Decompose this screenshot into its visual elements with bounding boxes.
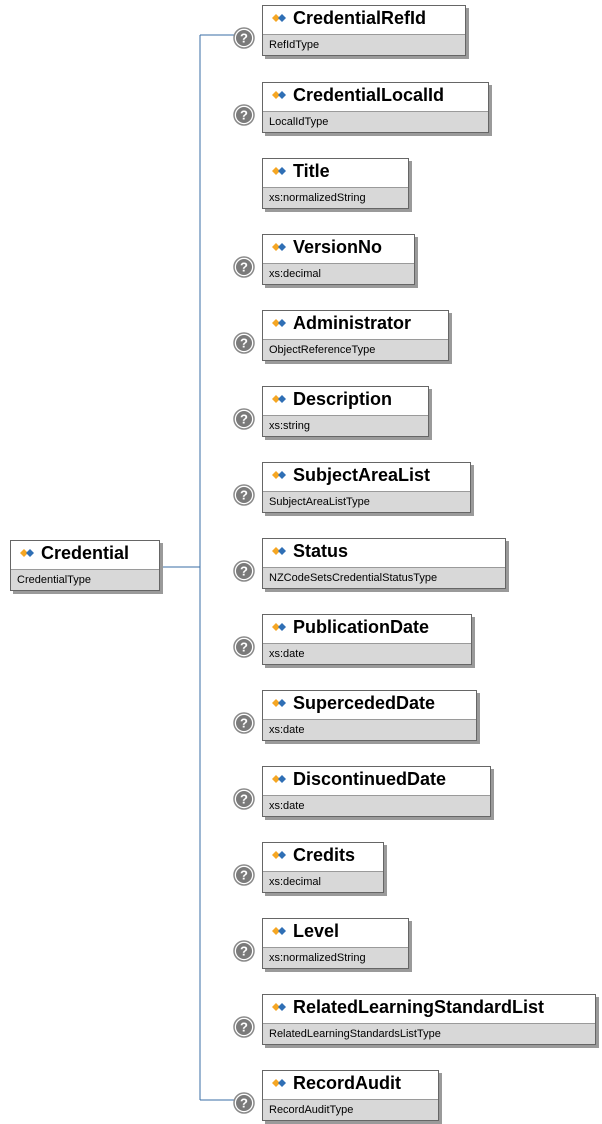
svg-text:?: ? [240, 488, 248, 503]
element-type: SubjectAreaListType [263, 491, 470, 512]
svg-text:?: ? [240, 944, 248, 959]
node-frame: SubjectAreaList SubjectAreaListType [262, 462, 471, 513]
question-mark-icon[interactable]: ? [233, 27, 255, 49]
svg-text:?: ? [240, 1020, 248, 1035]
element-name: Level [293, 921, 340, 941]
element-type: RecordAuditType [263, 1099, 438, 1120]
element-name: CredentialLocalId [293, 85, 445, 105]
element-type: LocalIdType [263, 111, 488, 132]
child-element-credits[interactable]: Credits xs:decimal [262, 842, 387, 896]
node-frame: Description xs:string [262, 386, 429, 437]
svg-text:?: ? [240, 792, 248, 807]
child-element-administrator[interactable]: Administrator ObjectReferenceType [262, 310, 452, 364]
element-type: NZCodeSetsCredentialStatusType [263, 567, 505, 588]
question-mark-icon[interactable]: ? [233, 1016, 255, 1038]
question-mark-icon[interactable]: ? [233, 560, 255, 582]
element-type: xs:date [263, 643, 471, 664]
question-mark-icon[interactable]: ? [233, 712, 255, 734]
question-mark-icon[interactable]: ? [233, 864, 255, 886]
svg-text:?: ? [240, 336, 248, 351]
element-type: RelatedLearningStandardsListType [263, 1023, 595, 1044]
element-type: xs:date [263, 719, 476, 740]
element-name: Administrator [293, 313, 412, 333]
node-frame: CredentialLocalId LocalIdType [262, 82, 489, 133]
node-frame: Title xs:normalizedString [262, 158, 409, 209]
element-type: RefIdType [263, 34, 465, 55]
child-element-level[interactable]: Level xs:normalizedString [262, 918, 412, 972]
question-mark-icon[interactable]: ? [233, 788, 255, 810]
element-type: CredentialType [11, 569, 159, 590]
element-name: CredentialRefId [293, 8, 427, 28]
element-name: Description [293, 389, 393, 409]
child-element-relatedlearningstandardlist[interactable]: RelatedLearningStandardList RelatedLearni… [262, 994, 599, 1048]
question-mark-icon[interactable]: ? [233, 408, 255, 430]
svg-text:?: ? [240, 108, 248, 123]
child-element-credentiallocalid[interactable]: CredentialLocalId LocalIdType [262, 82, 492, 136]
child-element-versionno[interactable]: VersionNo xs:decimal [262, 234, 418, 288]
node-frame: Credits xs:decimal [262, 842, 384, 893]
svg-text:?: ? [240, 31, 248, 46]
node-frame: Level xs:normalizedString [262, 918, 409, 969]
element-type: xs:date [263, 795, 490, 816]
question-mark-icon[interactable]: ? [233, 484, 255, 506]
svg-text:?: ? [240, 1096, 248, 1111]
node-frame: SupercededDate xs:date [262, 690, 477, 741]
child-element-status[interactable]: Status NZCodeSetsCredentialStatusType [262, 538, 509, 592]
element-type: xs:string [263, 415, 428, 436]
node-frame: PublicationDate xs:date [262, 614, 472, 665]
svg-text:?: ? [240, 564, 248, 579]
svg-text:?: ? [240, 640, 248, 655]
element-type: xs:decimal [263, 871, 383, 892]
element-type: xs:normalizedString [263, 187, 408, 208]
node-frame: VersionNo xs:decimal [262, 234, 415, 285]
node-frame: Credential CredentialType [10, 540, 160, 591]
root-element-credential[interactable]: Credential CredentialType [10, 540, 163, 594]
element-type: ObjectReferenceType [263, 339, 448, 360]
element-name: DiscontinuedDate [293, 769, 447, 789]
question-mark-icon[interactable]: ? [233, 636, 255, 658]
child-element-supercededdate[interactable]: SupercededDate xs:date [262, 690, 480, 744]
question-mark-icon[interactable]: ? [233, 940, 255, 962]
svg-text:?: ? [240, 260, 248, 275]
element-type: xs:decimal [263, 263, 414, 284]
node-frame: CredentialRefId RefIdType [262, 5, 466, 56]
child-element-discontinueddate[interactable]: DiscontinuedDate xs:date [262, 766, 494, 820]
node-frame: Administrator ObjectReferenceType [262, 310, 449, 361]
element-name: SubjectAreaList [293, 465, 431, 485]
child-element-publicationdate[interactable]: PublicationDate xs:date [262, 614, 475, 668]
svg-text:?: ? [240, 868, 248, 883]
element-name: VersionNo [293, 237, 383, 257]
question-mark-icon[interactable]: ? [233, 332, 255, 354]
question-mark-icon[interactable]: ? [233, 104, 255, 126]
node-frame: RecordAudit RecordAuditType [262, 1070, 439, 1121]
element-name: Status [293, 541, 349, 561]
node-frame: Status NZCodeSetsCredentialStatusType [262, 538, 506, 589]
child-element-description[interactable]: Description xs:string [262, 386, 432, 440]
element-name: RelatedLearningStandardList [293, 997, 545, 1017]
child-element-recordaudit[interactable]: RecordAudit RecordAuditType [262, 1070, 442, 1124]
svg-text:?: ? [240, 412, 248, 427]
node-frame: DiscontinuedDate xs:date [262, 766, 491, 817]
child-element-title[interactable]: Title xs:normalizedString [262, 158, 412, 212]
element-name: PublicationDate [293, 617, 430, 637]
element-name: RecordAudit [293, 1073, 401, 1093]
node-frame: RelatedLearningStandardList RelatedLearni… [262, 994, 596, 1045]
child-element-subjectarealist[interactable]: SubjectAreaList SubjectAreaListType [262, 462, 474, 516]
element-name: Title [293, 161, 330, 181]
question-mark-icon[interactable]: ? [233, 1092, 255, 1114]
element-type: xs:normalizedString [263, 947, 408, 968]
svg-text:?: ? [240, 716, 248, 731]
child-element-credentialrefid[interactable]: CredentialRefId RefIdType [262, 5, 469, 59]
element-name: SupercededDate [293, 693, 436, 713]
element-name: Credits [293, 845, 356, 865]
element-name: Credential [41, 543, 130, 563]
question-mark-icon[interactable]: ? [233, 256, 255, 278]
